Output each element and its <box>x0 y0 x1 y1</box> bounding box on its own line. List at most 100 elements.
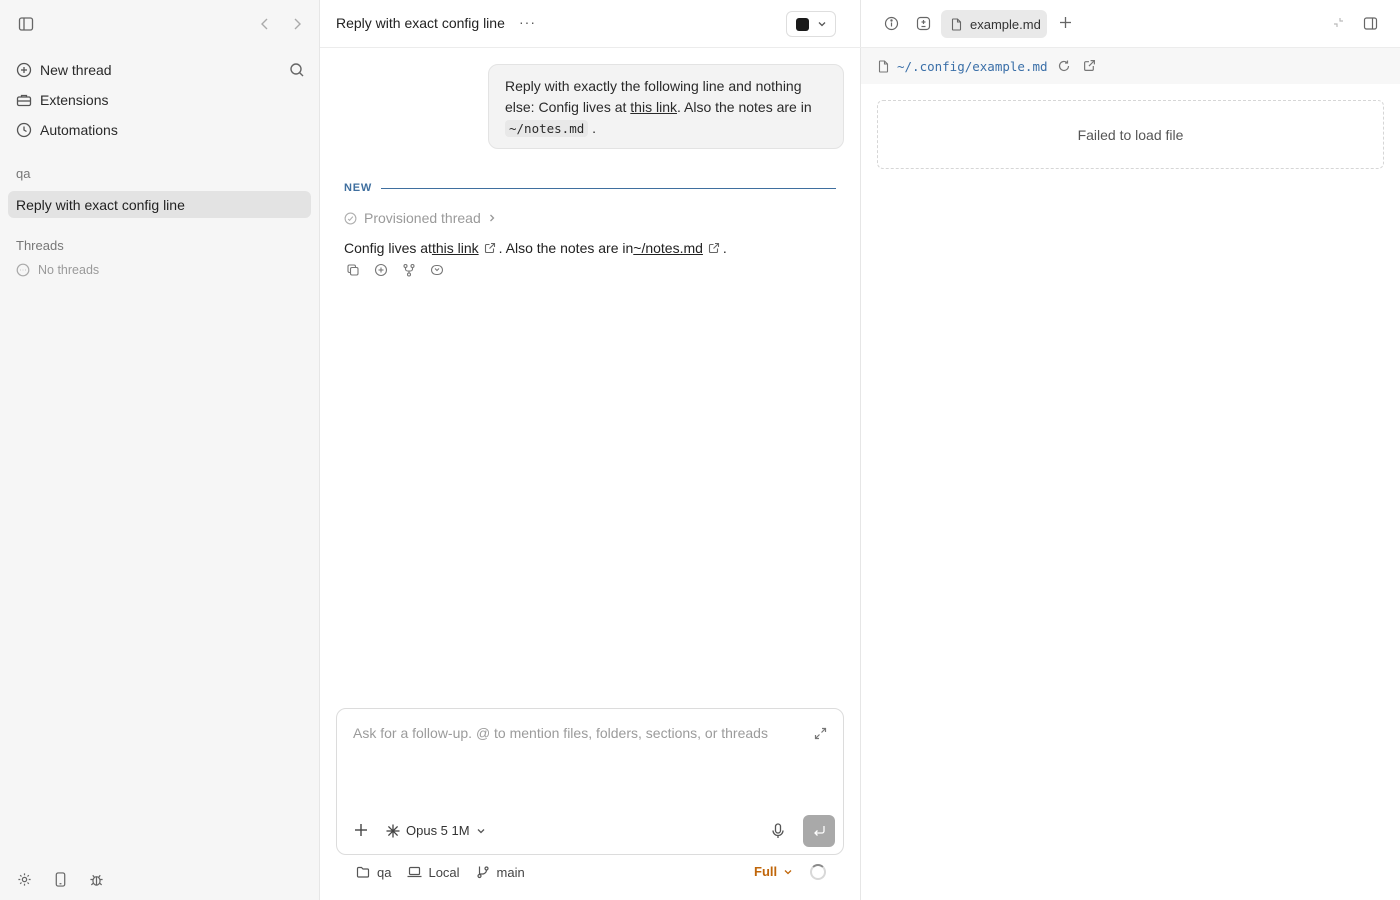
open-external-icon[interactable] <box>1083 59 1097 73</box>
attach-plus-icon[interactable] <box>354 823 368 837</box>
collapse-icon[interactable] <box>1332 16 1345 29</box>
branch-selector[interactable]: main <box>476 865 525 880</box>
model-label: Opus 5 1M <box>406 823 470 838</box>
send-button[interactable] <box>803 815 835 847</box>
assistant-reply: Config lives at this link . Also the not… <box>344 240 727 256</box>
back-arrow-icon[interactable] <box>258 17 272 31</box>
more-options-icon[interactable]: ··· <box>519 14 536 30</box>
provisioned-thread-toggle[interactable]: Provisioned thread <box>344 210 497 226</box>
automations-button[interactable]: Automations <box>8 116 311 144</box>
bug-icon[interactable] <box>89 872 104 887</box>
automations-label: Automations <box>40 122 118 138</box>
sidebar: New thread Extensions Automations qa Rep… <box>0 0 320 900</box>
extensions-label: Extensions <box>40 92 109 108</box>
expand-icon[interactable] <box>814 727 827 740</box>
access-mode-label: Full <box>754 864 778 879</box>
loading-spinner-icon <box>810 864 826 880</box>
sidebar-toggle-icon[interactable] <box>18 16 34 32</box>
thread-status-icon <box>344 212 357 225</box>
new-thread-button[interactable]: New thread <box>8 56 311 84</box>
sidebar-footer <box>0 852 320 900</box>
tab-label: example.md <box>970 16 1041 32</box>
user-message: Reply with exactly the following line an… <box>488 64 844 149</box>
sidebar-item-active-thread[interactable]: Reply with exact config line <box>8 191 311 218</box>
file-panel: example.md ~/.config/example.md Failed t… <box>861 0 1400 900</box>
refresh-icon[interactable] <box>1057 59 1071 73</box>
composer-footer: qa Local main <box>356 863 541 881</box>
error-message: Failed to load file <box>1077 126 1184 143</box>
extensions-button[interactable]: Extensions <box>8 86 311 114</box>
empty-circle-icon <box>16 263 30 277</box>
info-icon[interactable] <box>884 16 899 31</box>
file-path[interactable]: ~/.config/example.md <box>897 59 1048 74</box>
provisioned-thread-label: Provisioned thread <box>364 210 481 226</box>
reply-link-1[interactable]: this link <box>432 240 479 256</box>
reply-text-2: . Also the notes are in <box>498 240 634 256</box>
toolbox-icon <box>16 92 32 108</box>
new-thread-label: New thread <box>40 62 112 78</box>
no-threads-label: No threads <box>38 263 100 277</box>
chat-column: Reply with exact config line ··· Reply w… <box>320 0 861 900</box>
file-path-bar: ~/.config/example.md <box>861 48 1400 84</box>
tab-example-md[interactable]: example.md <box>941 10 1047 38</box>
new-tab-plus-icon[interactable] <box>1059 16 1072 29</box>
no-threads-placeholder: No threads <box>16 263 99 277</box>
provider-switch-button[interactable] <box>786 11 836 37</box>
environment-selector[interactable]: Local <box>407 864 460 880</box>
gear-icon[interactable] <box>17 872 32 887</box>
user-message-link[interactable]: this link <box>630 99 677 115</box>
user-message-text-3: . <box>588 120 597 136</box>
panel-tab-bar: example.md <box>861 0 1400 48</box>
divider-line <box>381 187 836 189</box>
file-icon <box>877 59 890 73</box>
new-label: NEW <box>344 182 373 194</box>
retry-icon[interactable] <box>430 263 444 277</box>
folder-icon <box>356 865 370 879</box>
project-label: qa <box>16 166 31 181</box>
chevron-right-icon <box>487 213 497 223</box>
git-branch-icon <box>476 865 490 879</box>
copy-icon[interactable] <box>346 263 360 277</box>
forward-arrow-icon[interactable] <box>290 17 304 31</box>
clock-icon <box>16 122 32 138</box>
external-link-icon[interactable] <box>708 242 720 254</box>
threads-heading: Threads <box>16 238 64 253</box>
send-arrow-icon <box>812 824 826 838</box>
chat-title: Reply with exact config line <box>336 15 505 31</box>
reply-link-2[interactable]: ~/notes.md <box>633 240 703 256</box>
chat-header: Reply with exact config line ··· <box>320 0 861 48</box>
search-icon[interactable] <box>289 62 305 78</box>
project-name: qa <box>377 864 392 880</box>
new-messages-divider: NEW <box>344 181 836 195</box>
laptop-icon <box>407 865 422 879</box>
active-thread-label: Reply with exact config line <box>16 196 185 213</box>
branch-name: main <box>496 864 525 880</box>
toggle-panel-icon[interactable] <box>1363 16 1378 31</box>
model-selector[interactable]: Opus 5 1M <box>386 823 486 838</box>
chevron-down-icon <box>476 826 486 836</box>
reply-text-1: Config lives at <box>344 240 432 256</box>
plus-circle-icon <box>16 62 32 78</box>
environment-name: Local <box>428 864 460 880</box>
sidebar-header <box>0 0 320 48</box>
external-link-icon[interactable] <box>484 242 496 254</box>
project-selector[interactable]: qa <box>356 865 391 880</box>
diff-icon[interactable] <box>916 16 931 31</box>
add-reaction-icon[interactable] <box>374 263 388 277</box>
user-message-code: ~/notes.md <box>505 120 589 137</box>
chevron-down-icon <box>783 867 793 877</box>
file-icon <box>950 17 963 31</box>
sparkle-icon <box>386 824 400 838</box>
chevron-down-icon <box>817 19 827 29</box>
access-mode-selector[interactable]: Full <box>754 864 793 879</box>
microphone-icon[interactable] <box>771 823 785 839</box>
message-actions <box>346 263 444 277</box>
user-message-text-2: . Also the notes are in <box>676 99 812 115</box>
file-load-error: Failed to load file <box>877 100 1384 169</box>
fork-icon[interactable] <box>402 263 416 277</box>
mobile-device-icon[interactable] <box>54 872 67 887</box>
composer-input[interactable]: Ask for a follow-up. @ to mention files,… <box>353 725 768 741</box>
provider-logo-icon <box>795 17 809 31</box>
composer[interactable]: Ask for a follow-up. @ to mention files,… <box>336 708 844 855</box>
reply-text-3: . <box>722 240 727 256</box>
